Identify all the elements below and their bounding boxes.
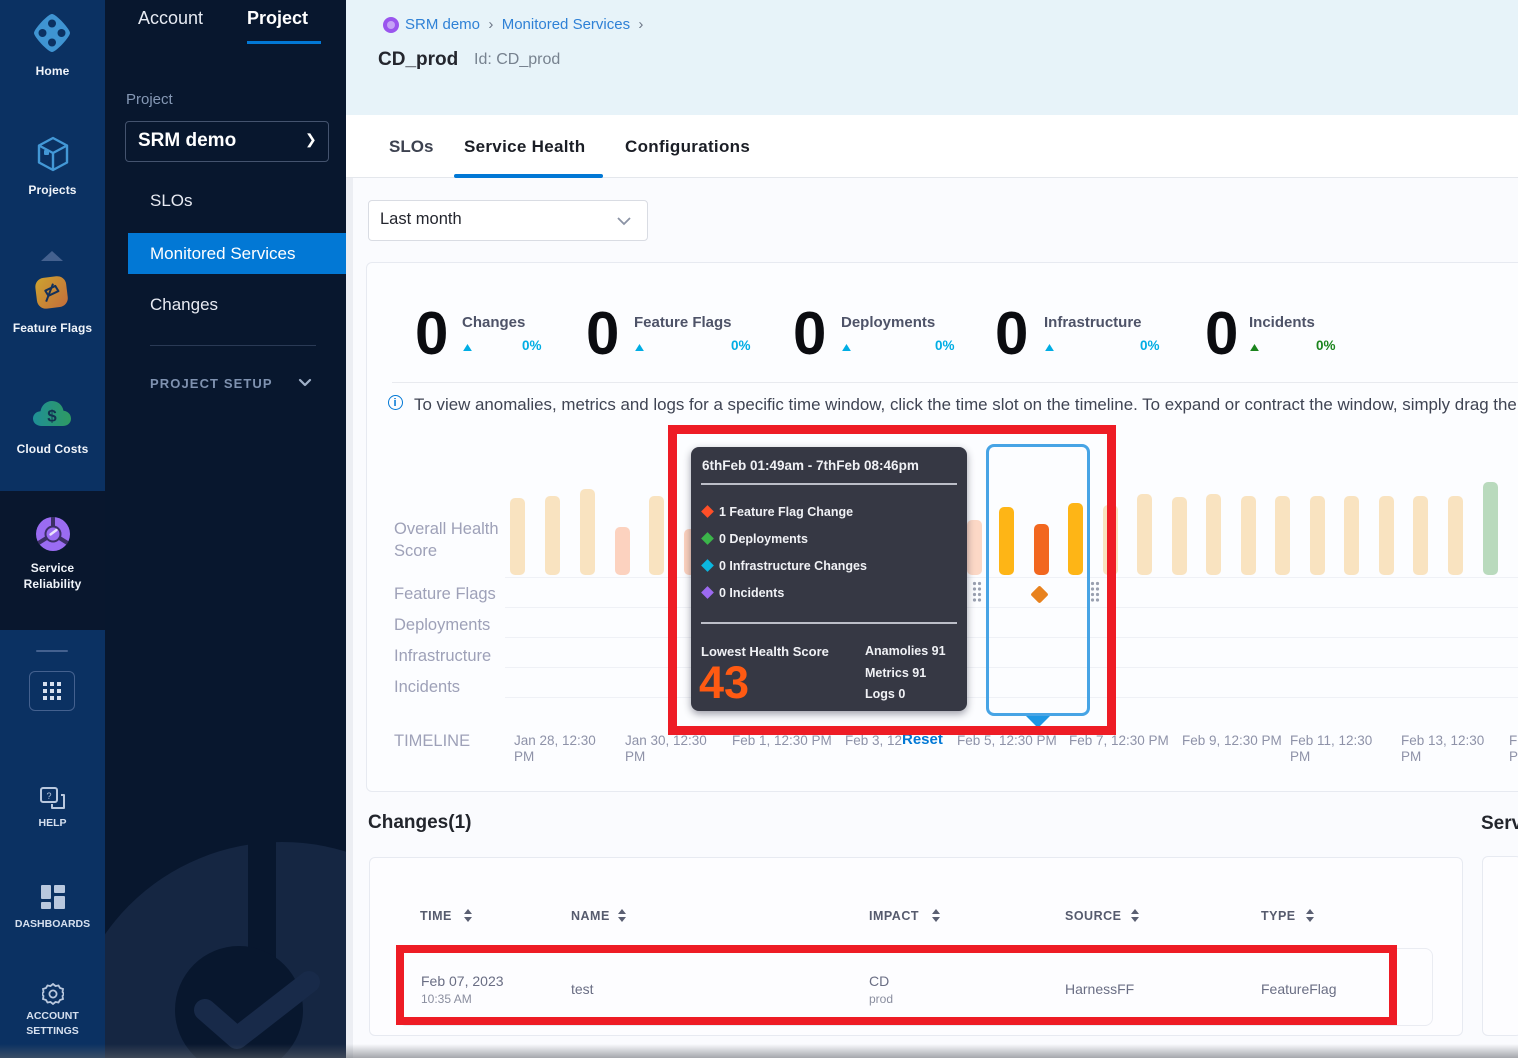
svg-text:?: ? bbox=[46, 791, 51, 801]
svg-text:$: $ bbox=[47, 407, 57, 426]
